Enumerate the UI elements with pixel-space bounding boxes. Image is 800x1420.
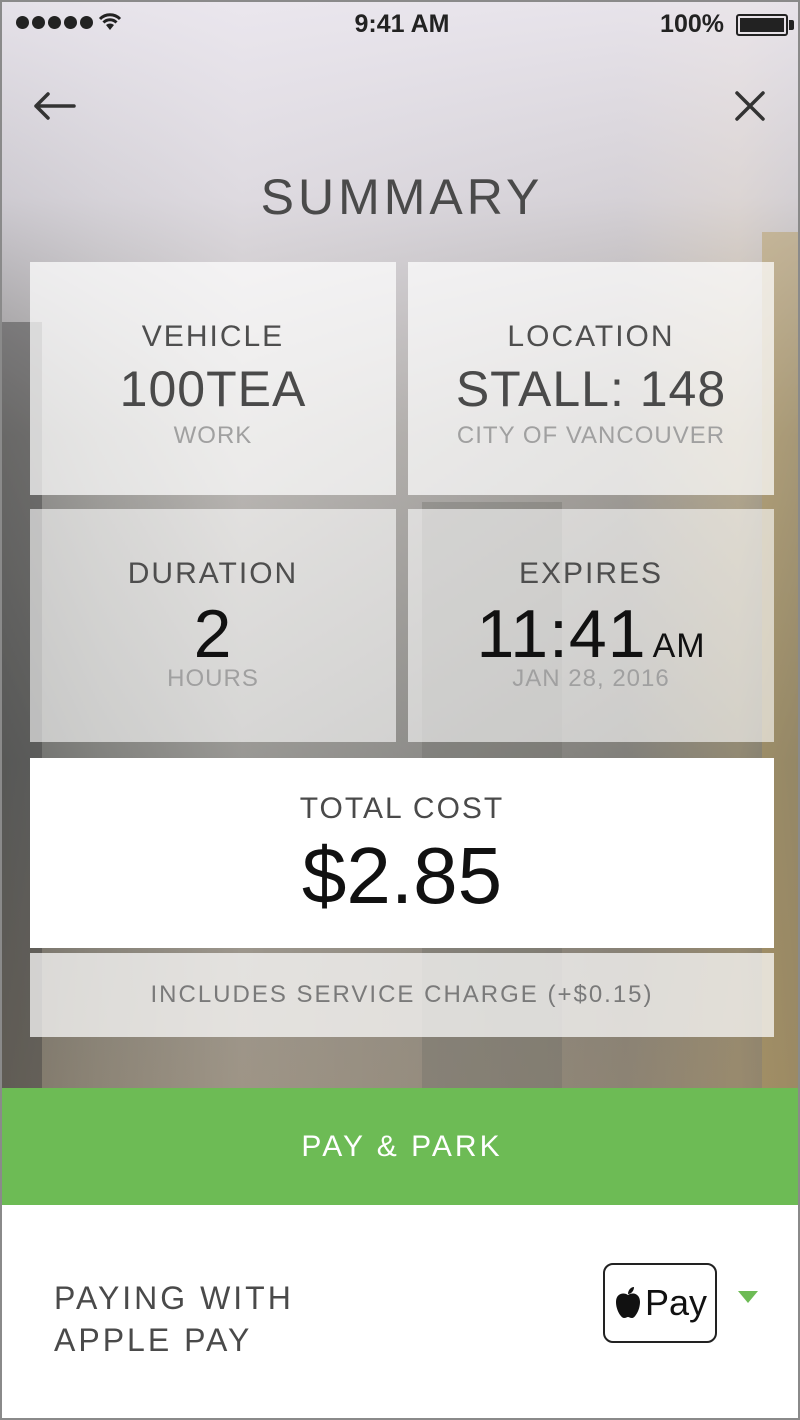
payment-method-line1: PAYING WITH <box>54 1280 294 1316</box>
expires-label: EXPIRES <box>518 557 664 590</box>
apple-logo-icon <box>615 1287 640 1318</box>
location-label: LOCATION <box>507 320 675 353</box>
expires-time-row: 11:41 AM <box>408 595 774 673</box>
arrow-left-icon <box>34 92 76 120</box>
battery-tip <box>789 20 794 30</box>
location-card[interactable]: LOCATION STALL: 148 CITY OF VANCOUVER <box>408 262 774 495</box>
total-cost-card: TOTAL COST $2.85 <box>30 758 774 948</box>
page-title: SUMMARY <box>260 169 544 225</box>
battery-percent: 100% <box>660 10 724 38</box>
close-icon <box>735 91 765 121</box>
expires-date: JAN 28, 2016 <box>512 665 670 692</box>
chevron-down-icon[interactable] <box>738 1291 758 1303</box>
expires-ampm: AM <box>652 627 706 665</box>
app-screen: 9:41 AM 100% SUMMARY VEHICLE 100TEA WORK… <box>0 0 800 1420</box>
duration-unit: HOURS <box>167 665 259 692</box>
payment-method-label: PAYING WITH APPLE PAY <box>54 1277 294 1361</box>
status-bar: 9:41 AM 100% <box>2 2 798 46</box>
service-charge-note: INCLUDES SERVICE CHARGE (+$0.15) <box>30 953 774 1037</box>
expires-time: 11:41 <box>476 596 647 672</box>
vehicle-card[interactable]: VEHICLE 100TEA WORK <box>30 262 396 495</box>
vehicle-plate: 100TEA <box>119 361 307 417</box>
pay-and-park-button[interactable]: PAY & PARK <box>2 1088 798 1205</box>
duration-value: 2 <box>193 596 233 672</box>
payment-method-section: PAYING WITH APPLE PAY Pay <box>2 1205 798 1418</box>
location-stall: STALL: 148 <box>455 361 727 417</box>
apple-pay-badge[interactable]: Pay <box>603 1263 717 1343</box>
vehicle-nickname: WORK <box>173 422 253 449</box>
location-city: CITY OF VANCOUVER <box>456 422 726 449</box>
duration-label: DURATION <box>127 557 299 590</box>
payment-method-line2: APPLE PAY <box>54 1322 253 1358</box>
duration-card[interactable]: DURATION 2 HOURS <box>30 509 396 742</box>
total-cost-value: $2.85 <box>301 831 503 920</box>
total-cost-label: TOTAL COST <box>299 792 505 825</box>
apple-pay-text: Pay <box>644 1282 708 1323</box>
vehicle-label: VEHICLE <box>141 320 285 353</box>
expires-card: EXPIRES 11:41 AM JAN 28, 2016 <box>408 509 774 742</box>
close-button[interactable] <box>726 82 774 130</box>
battery-icon <box>736 14 788 36</box>
back-button[interactable] <box>30 82 78 130</box>
